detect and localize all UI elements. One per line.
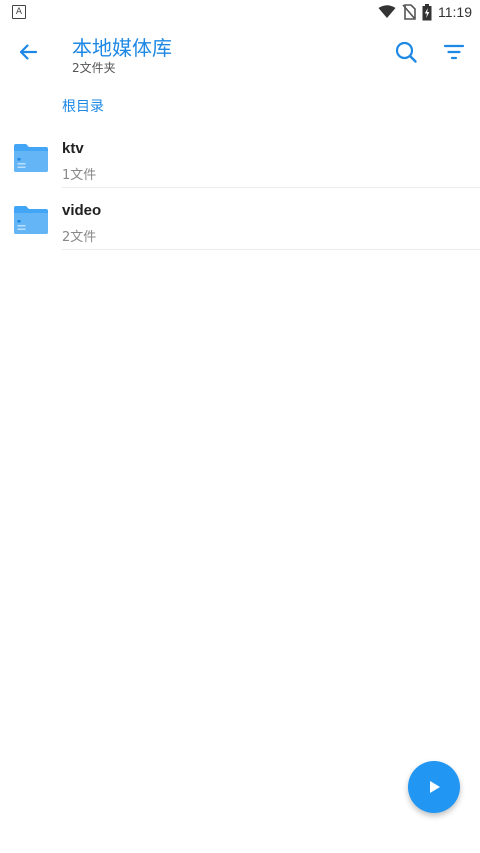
divider [62,249,480,250]
search-icon [395,41,417,63]
list-item-folder-ktv[interactable]: ktv 1文件 [0,126,480,188]
breadcrumb-root[interactable]: 根目录 [62,96,104,116]
folder-file-count: 2文件 [62,230,97,245]
filter-icon [443,44,465,60]
play-fab-button[interactable] [408,761,460,813]
status-app-badge: A [12,5,26,19]
status-icons: 11:19 [378,2,472,22]
filter-button[interactable] [436,34,472,70]
arrow-left-icon [19,44,38,60]
status-time: 11:19 [438,4,472,20]
status-bar: A 11:19 [0,0,480,24]
folder-file-count: 1文件 [62,168,97,183]
folder-icon [14,144,48,172]
folder-name: ktv [62,140,84,157]
folder-icon [14,206,48,234]
screen: A 11:19 本地媒体库 2文件夹 根目录 ktv 1文件 video 2文件 [0,0,480,853]
battery-charging-icon [422,3,432,20]
search-button[interactable] [388,34,424,70]
no-sim-icon [402,4,416,20]
wifi-icon [378,5,396,18]
folder-list: ktv 1文件 video 2文件 [0,126,480,250]
list-item-folder-video[interactable]: video 2文件 [0,188,480,250]
folder-name: video [62,202,102,219]
play-icon [430,781,440,793]
page-subtitle: 2文件夹 [72,61,116,75]
back-button[interactable] [10,34,46,70]
page-title: 本地媒体库 [72,36,172,60]
app-bar: 本地媒体库 2文件夹 [0,24,480,80]
